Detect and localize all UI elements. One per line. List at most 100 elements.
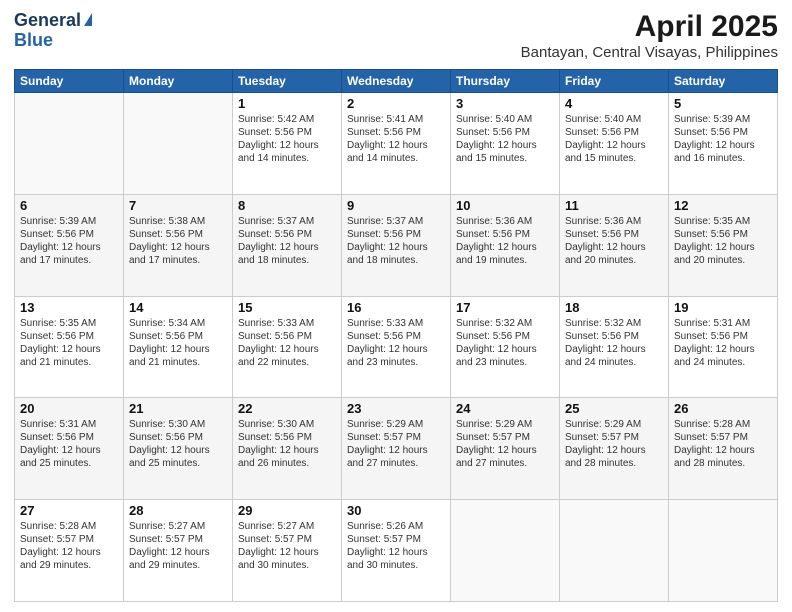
table-row: 3Sunrise: 5:40 AMSunset: 5:56 PMDaylight… (451, 93, 560, 195)
table-row: 22Sunrise: 5:30 AMSunset: 5:56 PMDayligh… (233, 398, 342, 500)
table-row: 21Sunrise: 5:30 AMSunset: 5:56 PMDayligh… (124, 398, 233, 500)
day-info: Sunrise: 5:32 AM (565, 317, 663, 330)
day-info: Daylight: 12 hours (565, 241, 663, 254)
day-info: Sunset: 5:56 PM (565, 330, 663, 343)
col-thursday: Thursday (451, 70, 560, 93)
day-info: Daylight: 12 hours (347, 444, 445, 457)
day-info: Sunrise: 5:28 AM (674, 418, 772, 431)
day-info: Sunset: 5:57 PM (20, 533, 118, 546)
day-info: Daylight: 12 hours (238, 343, 336, 356)
day-info: Sunset: 5:56 PM (129, 431, 227, 444)
day-info: Sunset: 5:56 PM (674, 330, 772, 343)
day-info: Sunrise: 5:42 AM (238, 113, 336, 126)
day-info: Sunset: 5:57 PM (347, 431, 445, 444)
title-block: April 2025 Bantayan, Central Visayas, Ph… (521, 10, 778, 61)
day-info: and 28 minutes. (674, 457, 772, 470)
day-number: 9 (347, 198, 445, 213)
day-info: and 25 minutes. (20, 457, 118, 470)
table-row: 4Sunrise: 5:40 AMSunset: 5:56 PMDaylight… (560, 93, 669, 195)
day-number: 21 (129, 401, 227, 416)
day-number: 4 (565, 96, 663, 111)
day-info: and 16 minutes. (674, 152, 772, 165)
logo-blue: Blue (14, 31, 92, 49)
day-number: 16 (347, 300, 445, 315)
day-info: and 24 minutes. (674, 356, 772, 369)
day-number: 2 (347, 96, 445, 111)
day-info: Sunrise: 5:40 AM (565, 113, 663, 126)
day-info: Sunset: 5:56 PM (674, 228, 772, 241)
calendar-week-row: 6Sunrise: 5:39 AMSunset: 5:56 PMDaylight… (15, 194, 778, 296)
day-info: and 27 minutes. (347, 457, 445, 470)
day-info: Daylight: 12 hours (347, 546, 445, 559)
day-info: Sunrise: 5:34 AM (129, 317, 227, 330)
day-info: Sunset: 5:57 PM (129, 533, 227, 546)
day-info: and 17 minutes. (129, 254, 227, 267)
table-row: 27Sunrise: 5:28 AMSunset: 5:57 PMDayligh… (15, 500, 124, 602)
day-info: Sunset: 5:56 PM (347, 330, 445, 343)
table-row: 10Sunrise: 5:36 AMSunset: 5:56 PMDayligh… (451, 194, 560, 296)
day-number: 20 (20, 401, 118, 416)
day-info: Sunrise: 5:29 AM (565, 418, 663, 431)
day-info: Sunrise: 5:26 AM (347, 520, 445, 533)
day-info: and 23 minutes. (456, 356, 554, 369)
day-info: Daylight: 12 hours (674, 139, 772, 152)
day-number: 6 (20, 198, 118, 213)
day-info: Sunset: 5:56 PM (565, 126, 663, 139)
day-info: Sunrise: 5:31 AM (20, 418, 118, 431)
table-row (15, 93, 124, 195)
day-info: Sunset: 5:56 PM (238, 330, 336, 343)
day-info: Daylight: 12 hours (238, 546, 336, 559)
col-monday: Monday (124, 70, 233, 93)
day-info: and 26 minutes. (238, 457, 336, 470)
calendar-body: 1Sunrise: 5:42 AMSunset: 5:56 PMDaylight… (15, 93, 778, 602)
day-info: Sunset: 5:56 PM (347, 126, 445, 139)
day-info: Sunrise: 5:40 AM (456, 113, 554, 126)
day-info: Sunrise: 5:36 AM (565, 215, 663, 228)
day-info: Daylight: 12 hours (456, 343, 554, 356)
day-info: and 15 minutes. (565, 152, 663, 165)
day-number: 25 (565, 401, 663, 416)
day-info: and 20 minutes. (565, 254, 663, 267)
day-info: Sunrise: 5:33 AM (238, 317, 336, 330)
logo-arrow-icon (84, 13, 92, 26)
table-row: 25Sunrise: 5:29 AMSunset: 5:57 PMDayligh… (560, 398, 669, 500)
day-number: 1 (238, 96, 336, 111)
day-info: and 30 minutes. (347, 559, 445, 572)
day-info: Sunset: 5:56 PM (129, 228, 227, 241)
calendar-subtitle: Bantayan, Central Visayas, Philippines (521, 44, 778, 61)
day-info: and 25 minutes. (129, 457, 227, 470)
table-row (451, 500, 560, 602)
day-info: and 24 minutes. (565, 356, 663, 369)
day-info: and 19 minutes. (456, 254, 554, 267)
day-info: Sunrise: 5:39 AM (20, 215, 118, 228)
table-row: 9Sunrise: 5:37 AMSunset: 5:56 PMDaylight… (342, 194, 451, 296)
day-info: and 14 minutes. (238, 152, 336, 165)
day-info: Sunset: 5:57 PM (456, 431, 554, 444)
logo-general: General (14, 10, 81, 31)
table-row: 14Sunrise: 5:34 AMSunset: 5:56 PMDayligh… (124, 296, 233, 398)
table-row: 18Sunrise: 5:32 AMSunset: 5:56 PMDayligh… (560, 296, 669, 398)
day-info: Sunset: 5:56 PM (20, 431, 118, 444)
table-row: 7Sunrise: 5:38 AMSunset: 5:56 PMDaylight… (124, 194, 233, 296)
header-row: Sunday Monday Tuesday Wednesday Thursday… (15, 70, 778, 93)
day-info: Sunrise: 5:35 AM (20, 317, 118, 330)
table-row: 20Sunrise: 5:31 AMSunset: 5:56 PMDayligh… (15, 398, 124, 500)
day-info: Sunrise: 5:29 AM (456, 418, 554, 431)
calendar-title: April 2025 (521, 10, 778, 44)
day-info: Sunset: 5:57 PM (238, 533, 336, 546)
day-info: Sunrise: 5:38 AM (129, 215, 227, 228)
day-number: 11 (565, 198, 663, 213)
table-row (560, 500, 669, 602)
day-info: Daylight: 12 hours (129, 241, 227, 254)
day-info: and 23 minutes. (347, 356, 445, 369)
table-row: 26Sunrise: 5:28 AMSunset: 5:57 PMDayligh… (669, 398, 778, 500)
day-info: Sunrise: 5:35 AM (674, 215, 772, 228)
day-info: Daylight: 12 hours (238, 241, 336, 254)
calendar-week-row: 13Sunrise: 5:35 AMSunset: 5:56 PMDayligh… (15, 296, 778, 398)
day-info: and 15 minutes. (456, 152, 554, 165)
header: General Blue April 2025 Bantayan, Centra… (14, 10, 778, 61)
table-row: 6Sunrise: 5:39 AMSunset: 5:56 PMDaylight… (15, 194, 124, 296)
day-info: Sunrise: 5:36 AM (456, 215, 554, 228)
page: General Blue April 2025 Bantayan, Centra… (0, 0, 792, 612)
day-info: Sunset: 5:56 PM (238, 228, 336, 241)
